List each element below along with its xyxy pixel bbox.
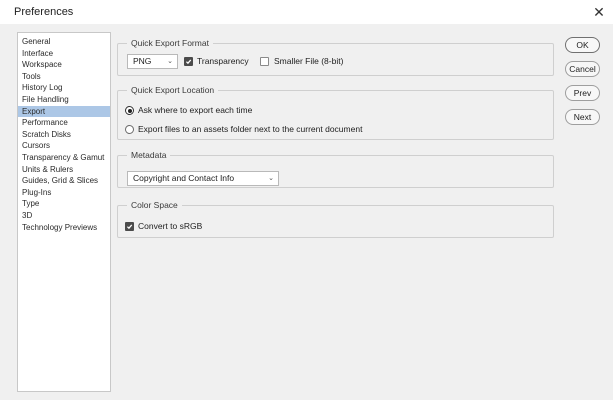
- color-space-title: Color Space: [127, 199, 182, 211]
- format-select-value: PNG: [133, 56, 152, 66]
- assets-folder-label: Export files to an assets folder next to…: [138, 124, 363, 134]
- sidebar-item-plug-ins[interactable]: Plug-Ins: [18, 187, 110, 199]
- sidebar-item-general[interactable]: General: [18, 36, 110, 48]
- ask-where-label: Ask where to export each time: [138, 105, 253, 115]
- sidebar-item-workspace[interactable]: Workspace: [18, 59, 110, 71]
- chevron-down-icon: ⌄: [268, 175, 274, 182]
- metadata-title: Metadata: [127, 149, 171, 161]
- sidebar-item-tools[interactable]: Tools: [18, 71, 110, 83]
- transparency-checkbox[interactable]: [184, 57, 193, 66]
- window-title: Preferences: [14, 6, 74, 18]
- metadata-select-value: Copyright and Contact Info: [133, 173, 235, 183]
- close-icon[interactable]: ✕: [589, 2, 609, 22]
- smaller-file-label: Smaller File (8-bit): [274, 56, 344, 66]
- preferences-sidebar: General Interface Workspace Tools History Lo…: [17, 32, 111, 392]
- sidebar-item-technology-previews[interactable]: Technology Previews: [18, 222, 110, 234]
- checkmark-icon: [126, 224, 133, 230]
- color-space-group: Color Space Convert to sRGB: [117, 199, 554, 238]
- sidebar-item-guides-grid-and-slices[interactable]: Guides, Grid & Slices: [18, 175, 110, 187]
- sidebar-item-type[interactable]: Type: [18, 198, 110, 210]
- ask-where-radio[interactable]: [125, 106, 134, 115]
- sidebar-item-transparency-and-gamut[interactable]: Transparency & Gamut: [18, 152, 110, 164]
- convert-srgb-label: Convert to sRGB: [138, 221, 203, 231]
- checkmark-icon: [185, 59, 192, 65]
- prev-button[interactable]: Prev: [565, 85, 600, 101]
- quick-export-location-group: Quick Export Location Ask where to expor…: [117, 84, 554, 140]
- quick-export-location-title: Quick Export Location: [127, 84, 219, 96]
- chevron-down-icon: ⌄: [167, 58, 173, 65]
- title-bar: Preferences ✕: [0, 0, 613, 24]
- metadata-group: Metadata Copyright and Contact Info ⌄: [117, 149, 554, 188]
- sidebar-item-performance[interactable]: Performance: [18, 117, 110, 129]
- sidebar-item-cursors[interactable]: Cursors: [18, 140, 110, 152]
- convert-srgb-checkbox[interactable]: [125, 222, 134, 231]
- metadata-select[interactable]: Copyright and Contact Info ⌄: [127, 171, 279, 186]
- sidebar-item-3d[interactable]: 3D: [18, 210, 110, 222]
- quick-export-format-title: Quick Export Format: [127, 37, 213, 49]
- sidebar-item-history-log[interactable]: History Log: [18, 82, 110, 94]
- cancel-button[interactable]: Cancel: [565, 61, 600, 77]
- assets-folder-radio[interactable]: [125, 125, 134, 134]
- smaller-file-checkbox[interactable]: [260, 57, 269, 66]
- sidebar-item-interface[interactable]: Interface: [18, 48, 110, 60]
- quick-export-format-group: Quick Export Format PNG ⌄ Transparency S…: [117, 37, 554, 76]
- ok-button[interactable]: OK: [565, 37, 600, 53]
- format-select[interactable]: PNG ⌄: [127, 54, 178, 69]
- sidebar-item-scratch-disks[interactable]: Scratch Disks: [18, 129, 110, 141]
- sidebar-item-export[interactable]: Export: [18, 105, 110, 118]
- sidebar-item-file-handling[interactable]: File Handling: [18, 94, 110, 106]
- next-button[interactable]: Next: [565, 109, 600, 125]
- sidebar-item-units-and-rulers[interactable]: Units & Rulers: [18, 164, 110, 176]
- transparency-label: Transparency: [197, 56, 249, 66]
